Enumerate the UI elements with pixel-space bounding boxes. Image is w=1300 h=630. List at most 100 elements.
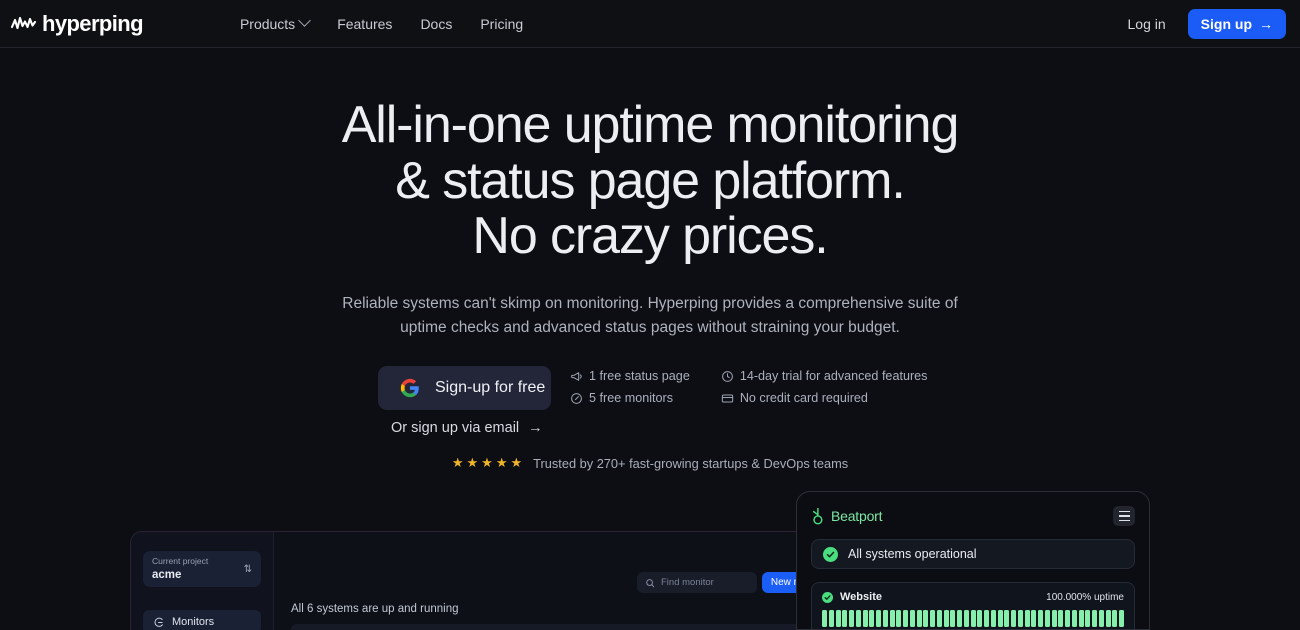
uptime-bar (977, 610, 983, 627)
uptime-bar (923, 610, 929, 627)
signup-button-label: Sign up (1200, 15, 1252, 32)
uptime-bar (1017, 610, 1023, 627)
status-page-brand[interactable]: Beatport (811, 507, 883, 525)
google-g-icon (400, 378, 419, 398)
uptime-bar (822, 610, 828, 627)
uptime-bar (997, 610, 1003, 627)
uptime-bar (1065, 610, 1071, 627)
google-signup-button-label: Sign-up for free (435, 379, 546, 396)
perk-free-monitors-label: 5 free monitors (589, 391, 673, 405)
uptime-bar (849, 610, 855, 627)
overall-status-label: All systems operational (848, 547, 977, 561)
uptime-bar (950, 610, 956, 627)
perks-list: 1 free status page 5 free monitors 14-da… (570, 369, 927, 405)
uptime-bar (970, 610, 976, 627)
uptime-bar (835, 610, 841, 627)
uptime-bar (1051, 610, 1057, 627)
hero-section: All-in-one uptime monitoring & status pa… (0, 48, 1300, 340)
uptime-bar (882, 610, 888, 627)
uptime-bar (1071, 610, 1077, 627)
navbar-actions: Log in Sign up → (1128, 8, 1286, 39)
uptime-bar (1112, 610, 1118, 627)
uptime-bar (842, 610, 848, 627)
uptime-bar (1098, 610, 1104, 627)
navbar: hyperping Products Features Docs Pricing… (0, 0, 1300, 48)
uptime-bar (1024, 610, 1030, 627)
uptime-bar (930, 610, 936, 627)
check-circle-icon (823, 546, 838, 562)
uptime-bar (936, 610, 942, 627)
perk-free-status-page-label: 1 free status page (589, 369, 690, 383)
uptime-bar (1004, 610, 1010, 627)
find-monitor-placeholder: Find monitor (661, 577, 714, 588)
headline-line-2: & status page platform. (395, 151, 906, 210)
monitors-icon (154, 617, 163, 627)
uptime-bar (862, 610, 868, 627)
uptime-bar (903, 610, 909, 627)
current-project-text: Current project acme (152, 556, 208, 582)
sidebar-item-monitors[interactable]: Monitors (143, 610, 261, 630)
dashboard-status-text: All 6 systems are up and running (291, 603, 459, 615)
nav-item-features[interactable]: Features (337, 16, 392, 32)
uptime-bar (909, 610, 915, 627)
nav-item-products[interactable]: Products (239, 14, 312, 32)
nav-item-pricing[interactable]: Pricing (480, 16, 523, 32)
dashboard-mockup: Current project acme ⇅ Monitors Find mon… (130, 531, 845, 630)
nav-item-pricing-label: Pricing (480, 15, 524, 32)
uptime-bar (1011, 610, 1017, 627)
brand-logo[interactable]: hyperping (11, 12, 144, 35)
dashboard-sidebar: Current project acme ⇅ Monitors (131, 532, 274, 630)
trust-row: ★★★★★ Trusted by 270+ fast-growing start… (0, 455, 1300, 471)
perk-no-credit-card: No credit card required (721, 391, 928, 405)
status-page-brand-name: Beatport (831, 508, 883, 524)
current-project-name: acme (152, 568, 182, 581)
uptime-bar (869, 610, 875, 627)
credit-card-icon (721, 393, 733, 403)
uptime-bar (990, 610, 996, 627)
megaphone-icon (571, 371, 582, 381)
uptime-bar-chart (822, 610, 1125, 627)
gauge-icon (571, 392, 582, 404)
email-signup-link-label: Or sign up via email (391, 420, 520, 436)
uptime-bar (984, 610, 990, 627)
status-page-header: Beatport (811, 506, 1135, 526)
current-project-selector[interactable]: Current project acme ⇅ (143, 551, 261, 587)
hamburger-icon[interactable] (1113, 506, 1135, 526)
uptime-bar (1038, 610, 1044, 627)
email-signup-link[interactable]: Or sign up via email → (391, 420, 543, 436)
signup-button[interactable]: Sign up → (1187, 8, 1286, 39)
uptime-bar (1119, 610, 1125, 627)
nav-item-products-label: Products (239, 15, 296, 32)
cta-row: Sign-up for free Or sign up via email → … (378, 366, 927, 436)
uptime-bar (889, 610, 895, 627)
uptime-bar (855, 610, 861, 627)
uptime-bar (1031, 610, 1037, 627)
chevron-down-icon (298, 14, 312, 27)
hero-subheading: Reliable systems can't skimp on monitori… (0, 292, 1300, 340)
login-link[interactable]: Log in (1128, 16, 1166, 32)
trust-text: Trusted by 270+ fast-growing startups & … (533, 455, 849, 471)
perk-free-monitors: 5 free monitors (570, 391, 690, 405)
find-monitor-input[interactable]: Find monitor (637, 572, 757, 593)
uptime-bar (876, 610, 882, 627)
clock-icon (721, 370, 733, 382)
nav-item-docs[interactable]: Docs (420, 16, 452, 32)
perk-free-status-page: 1 free status page (570, 369, 690, 383)
overall-status-banner: All systems operational (811, 539, 1135, 569)
google-signup-button[interactable]: Sign-up for free (378, 366, 551, 410)
perk-trial-label: 14-day trial for advanced features (739, 369, 928, 383)
page-title: All-in-one uptime monitoring & status pa… (0, 96, 1300, 265)
perks-column-right: 14-day trial for advanced features No cr… (721, 369, 928, 405)
subhead-line-1: Reliable systems can't skimp on monitori… (342, 294, 958, 312)
waveform-icon (11, 16, 37, 29)
uptime-bar (1078, 610, 1084, 627)
uptime-bar (1044, 610, 1050, 627)
subhead-line-2: uptime checks and advanced status pages … (400, 318, 900, 336)
status-page-monitor-header: Website 100.000% uptime (822, 591, 1124, 603)
uptime-bar (1092, 610, 1098, 627)
nav-links: Products Features Docs Pricing (239, 14, 523, 32)
uptime-bar (957, 610, 963, 627)
headline-line-1: All-in-one uptime monitoring (341, 96, 960, 154)
current-project-label: Current project (152, 556, 209, 567)
perk-trial: 14-day trial for advanced features (721, 369, 928, 383)
